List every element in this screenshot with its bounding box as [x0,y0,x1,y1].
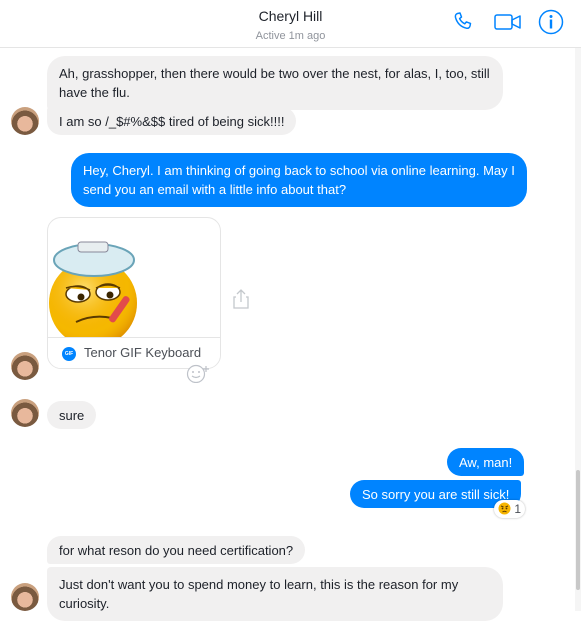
message-bubble-outgoing[interactable]: Aw, man! [447,448,525,476]
share-icon[interactable] [232,288,250,315]
avatar[interactable] [11,107,39,135]
angry-face-emoji [498,502,511,515]
message-bubble-incoming[interactable]: Just don't want you to spend money to le… [47,567,503,621]
sick-emoji-gif [49,241,137,338]
message-bubble-incoming[interactable]: I am so /_$#%&$$ tired of being sick!!!! [47,107,297,135]
avatar[interactable] [11,583,39,611]
message-bubble-incoming[interactable]: Ah, grasshopper, then there would be two… [47,56,503,110]
gif-source-label: Tenor GIF Keyboard [84,345,202,360]
add-reaction-icon[interactable] [185,363,211,388]
video-camera-icon[interactable] [494,12,522,37]
scrollbar-thumb[interactable] [576,470,580,590]
info-icon[interactable] [538,9,564,40]
phone-icon[interactable] [451,10,475,39]
message-bubble-incoming[interactable]: for what reson do you need certification… [47,536,306,564]
avatar[interactable] [11,399,39,427]
message-reaction[interactable]: 1 [494,500,526,518]
tenor-logo: GIF [62,347,76,361]
avatar[interactable] [11,352,39,380]
gif-attachment[interactable]: GIF Tenor GIF Keyboard [47,217,221,369]
message-bubble-outgoing[interactable]: Hey, Cheryl. I am thinking of going back… [71,153,527,207]
message-bubble-incoming[interactable]: sure [47,401,97,429]
conversation-header: Cheryl Hill Active 1m ago [0,0,581,48]
reaction-count: 1 [514,502,522,516]
